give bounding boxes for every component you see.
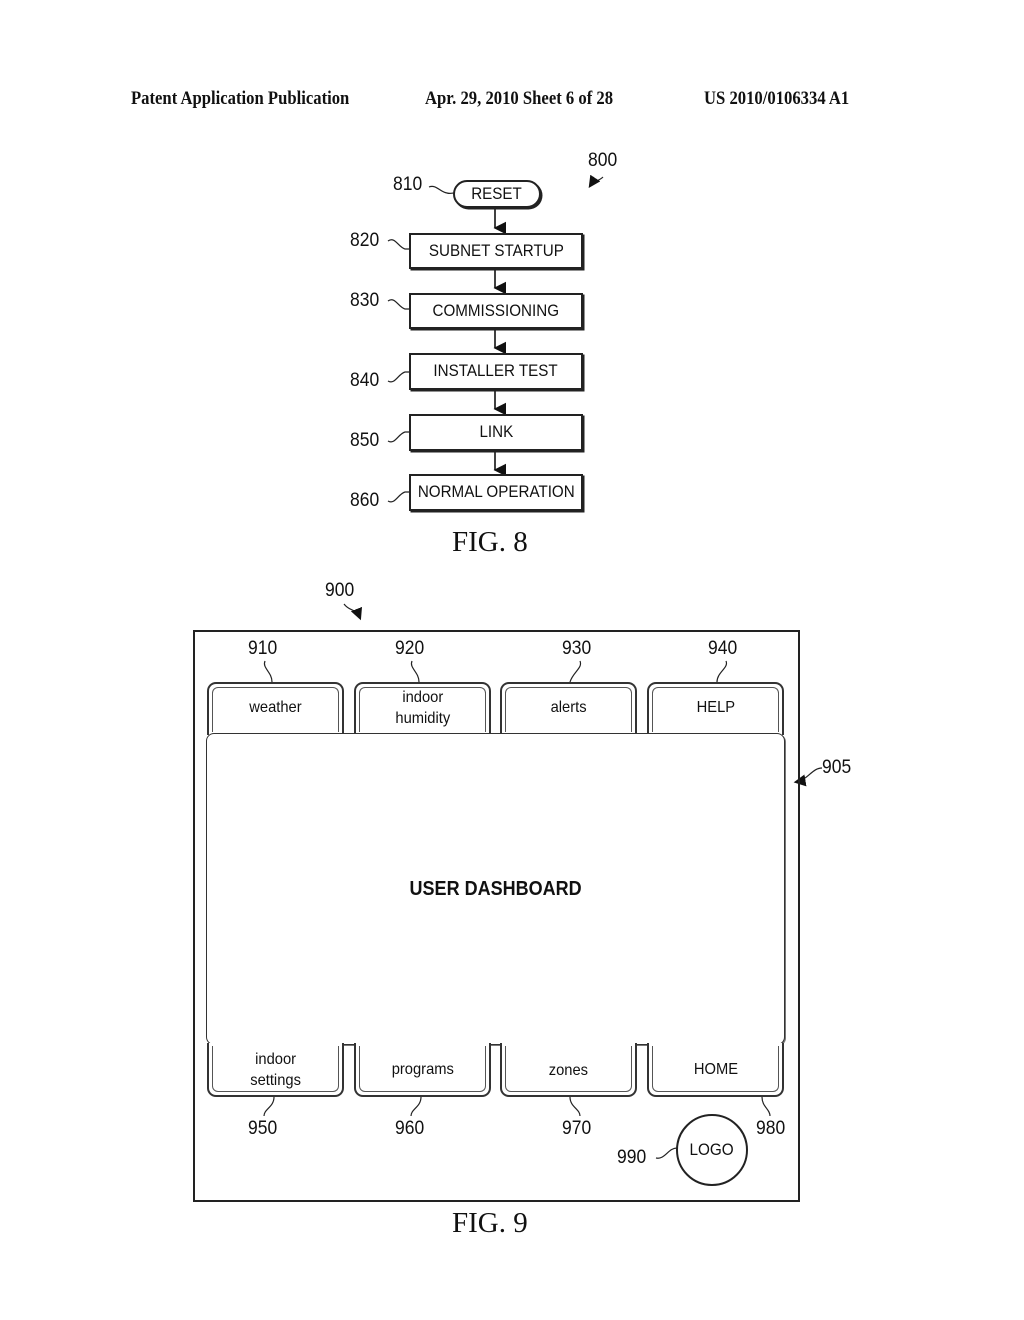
tab-weather[interactable]: weather bbox=[207, 682, 344, 735]
tab-programs[interactable]: programs bbox=[354, 1043, 491, 1097]
tab-indoor-settings[interactable]: indoor settings bbox=[207, 1043, 344, 1097]
fig8-ref-label: 800 bbox=[588, 150, 618, 171]
tab-ref-label: 930 bbox=[562, 638, 592, 659]
screen-ref-label: 905 bbox=[822, 757, 852, 778]
step-ref-label: 860 bbox=[350, 490, 380, 511]
tab-label: indoor settings bbox=[250, 1051, 301, 1089]
tab-label: indoor humidity bbox=[395, 688, 450, 727]
flow-step-label: SUBNET STARTUP bbox=[428, 241, 564, 260]
dashboard-label: USER DASHBOARD bbox=[409, 877, 582, 900]
flow-step-label: NORMAL OPERATION bbox=[417, 483, 575, 501]
flow-step-label: LINK bbox=[479, 423, 513, 441]
tab-label: HOME bbox=[693, 1060, 738, 1078]
user-dashboard-screen[interactable]: USER DASHBOARD bbox=[206, 733, 785, 1045]
flow-step-reset: RESET bbox=[453, 180, 541, 208]
tab-label: weather bbox=[249, 699, 302, 716]
flow-step-label: INSTALLER TEST bbox=[433, 362, 559, 380]
tab-home[interactable]: HOME bbox=[647, 1043, 784, 1097]
flow-step-commissioning: COMMISSIONING bbox=[409, 293, 583, 329]
tab-indoor-humidity[interactable]: indoor humidity bbox=[354, 682, 491, 735]
tab-ref-label: 970 bbox=[562, 1118, 592, 1139]
tab-label: alerts bbox=[550, 699, 587, 716]
flow-step-subnet-startup: SUBNET STARTUP bbox=[409, 233, 583, 269]
step-ref-label: 820 bbox=[350, 230, 380, 251]
fig9-caption: FIG. 9 bbox=[452, 1207, 528, 1239]
tab-ref-label: 940 bbox=[708, 638, 738, 659]
flow-step-link: LINK bbox=[409, 414, 583, 451]
step-ref-label: 830 bbox=[350, 290, 380, 311]
tab-ref-label: 980 bbox=[756, 1118, 786, 1139]
tab-label: HELP bbox=[696, 699, 735, 716]
tab-ref-label: 960 bbox=[395, 1118, 425, 1139]
tab-zones[interactable]: zones bbox=[500, 1043, 637, 1097]
flow-step-label: RESET bbox=[471, 184, 523, 203]
flow-step-label: COMMISSIONING bbox=[432, 301, 560, 320]
fig9-ref-label: 900 bbox=[325, 580, 355, 601]
tab-ref-label: 920 bbox=[395, 638, 425, 659]
logo-label: LOGO bbox=[689, 1140, 735, 1159]
step-ref-label: 850 bbox=[350, 430, 380, 451]
logo-button[interactable]: LOGO bbox=[676, 1114, 748, 1186]
logo-ref-label: 990 bbox=[617, 1147, 647, 1168]
tab-help[interactable]: HELP bbox=[647, 682, 784, 735]
flow-step-normal-operation: NORMAL OPERATION bbox=[409, 474, 583, 511]
step-ref-label: 810 bbox=[393, 174, 423, 195]
step-ref-label: 840 bbox=[350, 370, 380, 391]
tab-alerts[interactable]: alerts bbox=[500, 682, 637, 735]
fig8-caption: FIG. 8 bbox=[452, 526, 528, 558]
flow-step-installer-test: INSTALLER TEST bbox=[409, 353, 583, 390]
tab-label: zones bbox=[548, 1061, 589, 1079]
tab-ref-label: 950 bbox=[248, 1118, 278, 1139]
tab-ref-label: 910 bbox=[248, 638, 278, 659]
tab-label: programs bbox=[391, 1060, 454, 1078]
